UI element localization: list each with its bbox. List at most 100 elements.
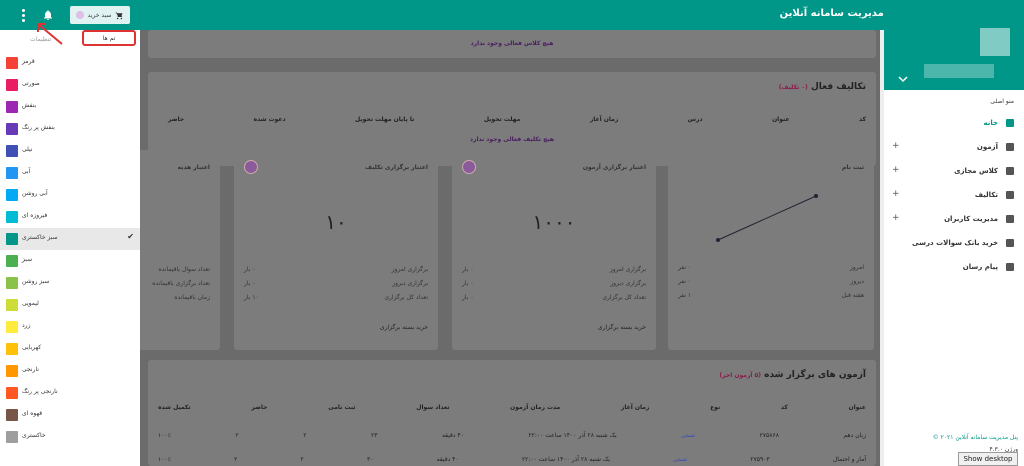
held-exams-table-header: عنوان کد نوع زمان آغاز مدت زمان آزمون تع… [158, 404, 866, 411]
col-code: کد [859, 116, 866, 123]
signup-row-yesterday: دیروز ۰ نفر [678, 278, 864, 285]
sidebar-item[interactable]: تکالیف + [884, 184, 1024, 208]
exam-credit-card: اعتبار برگزاری آزمون ۱۰۰۰ برگزاری امروز ۰… [452, 150, 656, 350]
theme-item[interactable]: آبی [0, 162, 140, 184]
theme-item[interactable]: نارنجی [0, 360, 140, 382]
gift-credit-title: اعتبار هدیه [177, 164, 210, 171]
main-menu-title: منو اصلی [990, 98, 1014, 105]
color-swatch [6, 321, 18, 333]
expand-icon[interactable]: + [892, 189, 900, 199]
signup-trend-chart [716, 194, 818, 242]
color-swatch [6, 189, 18, 201]
sidebar-item-label: تکالیف [974, 191, 998, 199]
expand-icon[interactable]: + [892, 213, 900, 223]
col-questions: تعداد سوال [416, 404, 450, 411]
theme-item-label: سبز خاکستری [22, 234, 58, 241]
theme-item-label: نیلی [22, 146, 33, 153]
col-start: زمان آغاز [589, 116, 619, 123]
copyright-text: پنل مدیریت سامانه آنلاین ۲۰۲۱ © [932, 434, 1018, 441]
sidebar-item-label: کلاس مجازی [954, 167, 998, 175]
right-sidebar: منو اصلی خانه آزمون + کلاس مجازی + تکالیف + مدی… [884, 0, 1024, 466]
exam-credit-total: تعداد کل برگزاری ۰ بار [462, 294, 646, 301]
expand-icon[interactable]: + [892, 141, 900, 151]
theme-item[interactable]: سبز روشن [0, 272, 140, 294]
color-swatch [6, 233, 18, 245]
chevron-down-icon[interactable] [898, 76, 908, 84]
buy-assignment-package-link[interactable]: خرید بسته برگزاری [244, 324, 428, 331]
sidebar-item[interactable]: خرید بانک سوالات درسی [884, 232, 1024, 256]
color-swatch [6, 365, 18, 377]
expand-icon[interactable]: + [892, 165, 900, 175]
theme-item[interactable]: بنفش [0, 96, 140, 118]
no-assignments-text: هیچ تکلیف فعالی وجود ندارد [469, 136, 555, 143]
theme-item[interactable]: زرد [0, 316, 140, 338]
color-swatch [6, 409, 18, 421]
sidebar-item[interactable]: مدیریت کاربران + [884, 208, 1024, 232]
shopping-cart-button[interactable]: سبد خرید [70, 6, 130, 24]
sidebar-item[interactable]: پیام رسان [884, 256, 1024, 280]
theme-item[interactable]: کهربایی [0, 338, 140, 360]
theme-item[interactable]: سبز [0, 250, 140, 272]
col-present: حاضر [168, 116, 185, 123]
assignment-credit-value: ۱۰ [325, 210, 347, 234]
col-start: زمان آغاز [620, 404, 650, 411]
sidebar-item-label: پیام رسان [962, 263, 998, 271]
col-registered: ثبت نامی [328, 404, 356, 411]
col-remaining: تا پایان مهلت تحویل [355, 116, 415, 123]
theme-item[interactable]: خاکستری [0, 426, 140, 448]
theme-item-label: بنفش پر رنگ [22, 124, 55, 131]
sidebar-item-label: مدیریت کاربران [944, 215, 998, 223]
theme-item[interactable]: سبز خاکستری ✔ [0, 228, 140, 250]
color-swatch [6, 387, 18, 399]
sidebar-item[interactable]: آزمون + [884, 136, 1024, 160]
color-swatch [6, 277, 18, 289]
theme-item[interactable]: نارنجی پر رنگ [0, 382, 140, 404]
signup-title: ثبت نام [841, 164, 864, 171]
theme-item-label: نارنجی پر رنگ [22, 388, 58, 395]
gift-credit-card: اعتبار هدیه تعداد سوال باقیمانده تعداد ب… [140, 150, 220, 350]
theme-item[interactable]: نیلی [0, 140, 140, 162]
theme-item[interactable]: صورتی [0, 74, 140, 96]
theme-item[interactable]: قهوه ای [0, 404, 140, 426]
signup-row-today: امروز ۰ نفر [678, 264, 864, 271]
assign-credit-total: تعداد کل برگزاری ۱۰ بار [244, 294, 428, 301]
annotation-arrow [37, 23, 63, 45]
theme-item[interactable]: لیمویی [0, 294, 140, 316]
basket-icon [1004, 237, 1016, 249]
table-row[interactable]: زبان دهم ۲۷۵۸۶۸ تستی یک شنبه ۲۸ آذر ۱۴۰۰ سا… [158, 432, 866, 439]
theme-item-label: قهوه ای [22, 410, 43, 417]
theme-item-label: سبز روشن [22, 278, 50, 285]
sidebar-item[interactable]: خانه [884, 112, 1024, 136]
theme-item-label: قرمز [22, 58, 35, 65]
help-icon[interactable] [462, 160, 476, 174]
buy-exam-package-link[interactable]: خرید بسته برگزاری [462, 324, 646, 331]
mail-icon [1004, 261, 1016, 273]
signup-card: ثبت نام امروز ۰ نفر دیروز ۰ نفر هفته قبل ۱ … [668, 150, 874, 350]
sidebar-item-label: خرید بانک سوالات درسی [912, 239, 998, 247]
theme-item-label: لیمویی [22, 300, 39, 307]
theme-item[interactable]: قرمز [0, 52, 140, 74]
theme-item[interactable]: فیروزه ای [0, 206, 140, 228]
help-icon[interactable] [244, 160, 258, 174]
exam-icon [1004, 141, 1016, 153]
home-icon [1004, 117, 1016, 129]
color-swatch [6, 343, 18, 355]
theme-item[interactable]: بنفش پر رنگ [0, 118, 140, 140]
col-duration: مدت زمان آزمون [510, 404, 561, 411]
show-desktop-tooltip: Show desktop [958, 452, 1018, 466]
table-row[interactable]: آمار و احتمال ۲۷۵۹۰۳ تستی یک شنبه ۲۸ آذر ۱۴… [158, 456, 866, 463]
theme-item-label: آبی روشن [22, 190, 48, 197]
theme-item-label: فیروزه ای [22, 212, 48, 219]
held-exams-title: آزمون های برگزار شده (۵ آزمون اخر) [719, 370, 866, 380]
assign-credit-yesterday: برگزاری دیروز ۰ بار [244, 280, 428, 287]
tab-themes[interactable]: تم ها [82, 30, 136, 46]
col-type: نوع [710, 404, 721, 411]
check-icon: ✔ [127, 232, 134, 241]
theme-item[interactable]: آبی روشن [0, 184, 140, 206]
color-swatch [6, 299, 18, 311]
cart-label: سبد خرید [87, 11, 112, 19]
sidebar-item[interactable]: کلاس مجازی + [884, 160, 1024, 184]
more-vert-icon[interactable] [22, 9, 26, 23]
theme-item-label: خاکستری [22, 432, 46, 439]
gift-questions-left: تعداد سوال باقیمانده [158, 266, 210, 273]
